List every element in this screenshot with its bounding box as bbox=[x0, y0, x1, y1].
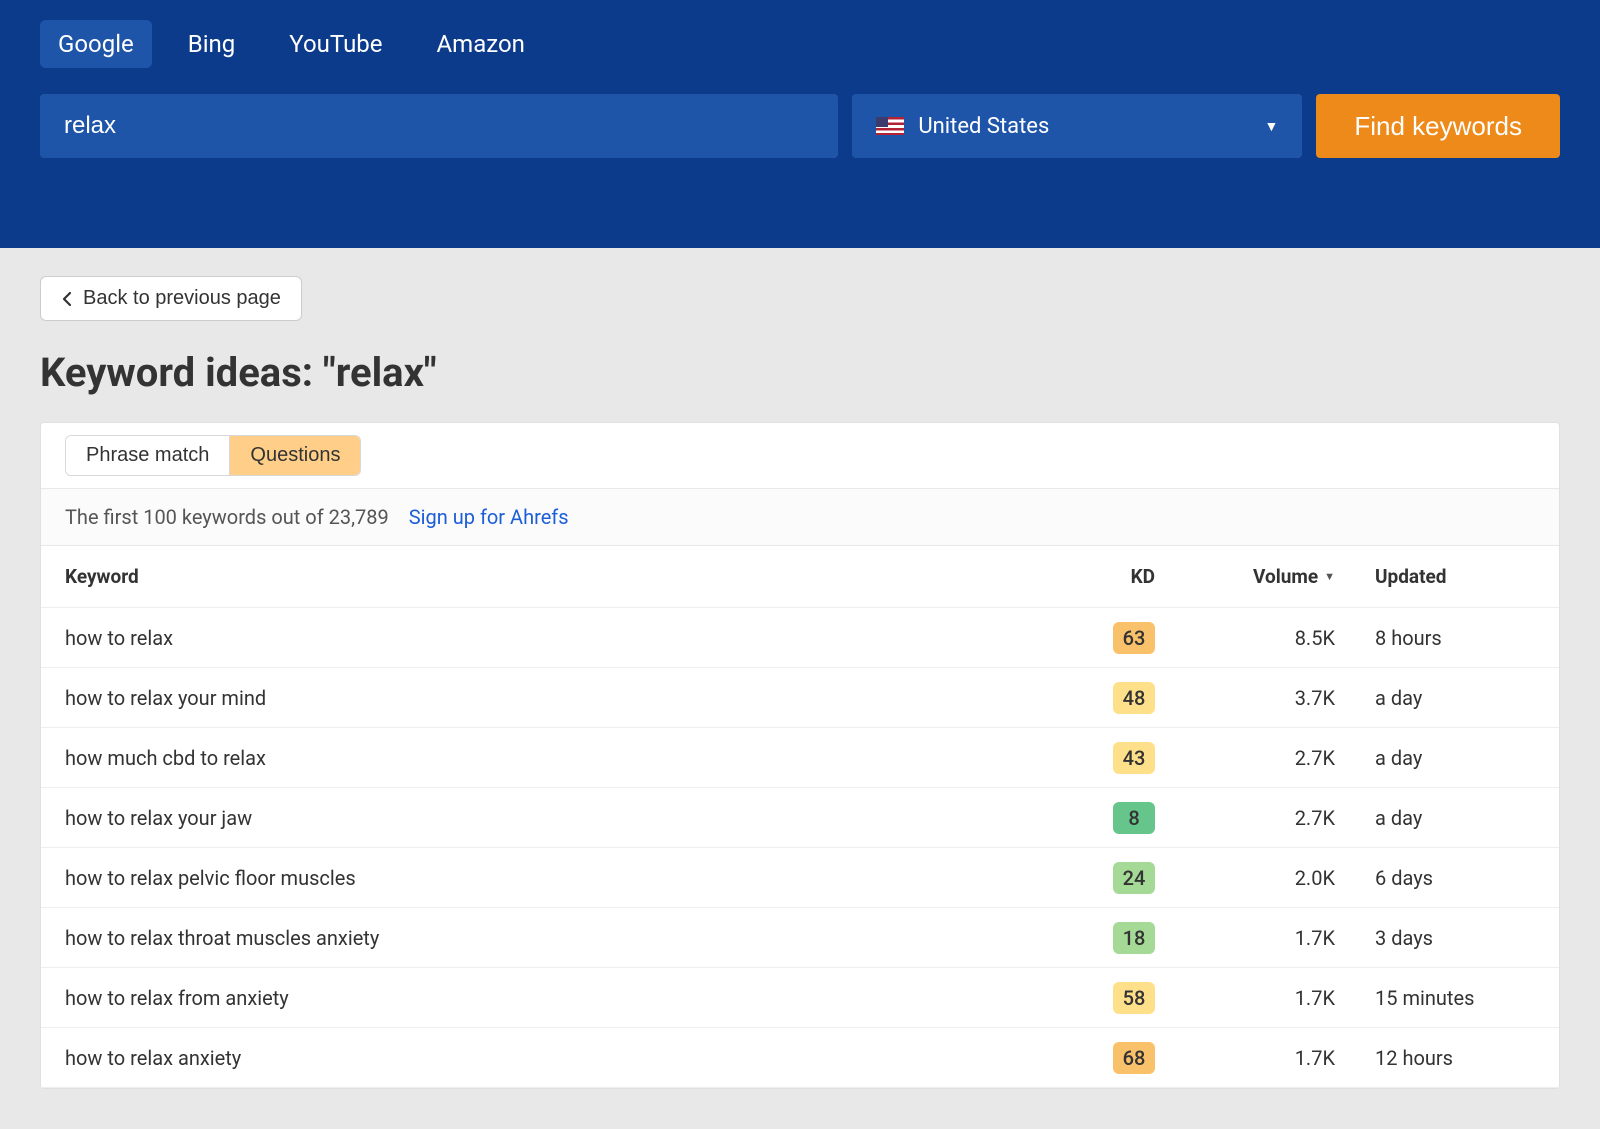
updated-cell: 8 hours bbox=[1335, 626, 1535, 650]
results-panel: Phrase match Questions The first 100 key… bbox=[40, 422, 1560, 1089]
content: Back to previous page Keyword ideas: "re… bbox=[0, 248, 1600, 1129]
source-tab-bing[interactable]: Bing bbox=[170, 20, 254, 68]
col-header-keyword[interactable]: Keyword bbox=[65, 565, 1045, 588]
keyword-cell: how to relax from anxiety bbox=[65, 986, 1045, 1010]
updated-cell: 12 hours bbox=[1335, 1046, 1535, 1070]
kd-cell: 48 bbox=[1045, 682, 1155, 714]
search-row: United States ▼ Find keywords bbox=[40, 94, 1560, 158]
kd-badge: 58 bbox=[1113, 982, 1155, 1014]
info-row: The first 100 keywords out of 23,789 Sig… bbox=[41, 489, 1559, 546]
sub-tabs: Phrase match Questions bbox=[65, 435, 361, 476]
volume-cell: 1.7K bbox=[1155, 926, 1335, 950]
volume-cell: 2.7K bbox=[1155, 746, 1335, 770]
kd-badge: 48 bbox=[1113, 682, 1155, 714]
volume-cell: 3.7K bbox=[1155, 686, 1335, 710]
tab-questions[interactable]: Questions bbox=[230, 436, 360, 475]
kd-cell: 68 bbox=[1045, 1042, 1155, 1074]
signup-link[interactable]: Sign up for Ahrefs bbox=[409, 505, 569, 529]
keyword-cell: how much cbd to relax bbox=[65, 746, 1045, 770]
updated-cell: a day bbox=[1335, 686, 1535, 710]
table-row[interactable]: how to relax your jaw 82.7Ka day bbox=[41, 788, 1559, 848]
volume-cell: 2.0K bbox=[1155, 866, 1335, 890]
keyword-cell: how to relax your mind bbox=[65, 686, 1045, 710]
kd-badge: 63 bbox=[1113, 622, 1155, 654]
kd-cell: 8 bbox=[1045, 802, 1155, 834]
keyword-cell: how to relax pelvic floor muscles bbox=[65, 866, 1045, 890]
col-header-updated[interactable]: Updated bbox=[1335, 565, 1535, 588]
header: Google Bing YouTube Amazon United States ▼ … bbox=[0, 0, 1600, 248]
table-row[interactable]: how much cbd to relax 432.7Ka day bbox=[41, 728, 1559, 788]
updated-cell: 6 days bbox=[1335, 866, 1535, 890]
kd-badge: 18 bbox=[1113, 922, 1155, 954]
col-header-volume[interactable]: Volume ▼ bbox=[1155, 565, 1335, 588]
table-row[interactable]: how to relax from anxiety 581.7K15 minute… bbox=[41, 968, 1559, 1028]
col-header-volume-label: Volume bbox=[1253, 565, 1318, 588]
source-tab-amazon[interactable]: Amazon bbox=[419, 20, 543, 68]
updated-cell: 15 minutes bbox=[1335, 986, 1535, 1010]
page-title: Keyword ideas: "relax" bbox=[40, 349, 1560, 396]
sort-desc-icon: ▼ bbox=[1324, 570, 1335, 583]
keywords-table: Keyword KD Volume ▼ Updated how to relax… bbox=[41, 546, 1559, 1088]
back-button-label: Back to previous page bbox=[83, 287, 281, 310]
chevron-left-icon bbox=[61, 291, 73, 307]
kd-badge: 8 bbox=[1113, 802, 1155, 834]
keyword-cell: how to relax throat muscles anxiety bbox=[65, 926, 1045, 950]
back-button[interactable]: Back to previous page bbox=[40, 276, 302, 321]
table-row[interactable]: how to relax your mind 483.7Ka day bbox=[41, 668, 1559, 728]
table-header: Keyword KD Volume ▼ Updated bbox=[41, 546, 1559, 608]
table-row[interactable]: how to relax pelvic floor muscles 242.0K6… bbox=[41, 848, 1559, 908]
kd-cell: 18 bbox=[1045, 922, 1155, 954]
keyword-cell: how to relax your jaw bbox=[65, 806, 1045, 830]
chevron-down-icon: ▼ bbox=[1265, 118, 1279, 135]
volume-cell: 2.7K bbox=[1155, 806, 1335, 830]
updated-cell: a day bbox=[1335, 806, 1535, 830]
find-keywords-button[interactable]: Find keywords bbox=[1316, 94, 1560, 158]
country-name: United States bbox=[918, 114, 1049, 139]
updated-cell: a day bbox=[1335, 746, 1535, 770]
kd-cell: 43 bbox=[1045, 742, 1155, 774]
table-row[interactable]: how to relax anxiety 681.7K12 hours bbox=[41, 1028, 1559, 1088]
source-tab-google[interactable]: Google bbox=[40, 20, 152, 68]
sub-tabs-wrap: Phrase match Questions bbox=[41, 423, 1559, 489]
kd-badge: 68 bbox=[1113, 1042, 1155, 1074]
results-count-text: The first 100 keywords out of 23,789 bbox=[65, 505, 389, 529]
tab-phrase-match[interactable]: Phrase match bbox=[66, 436, 230, 475]
source-tab-youtube[interactable]: YouTube bbox=[271, 20, 400, 68]
kd-badge: 24 bbox=[1113, 862, 1155, 894]
updated-cell: 3 days bbox=[1335, 926, 1535, 950]
col-header-kd[interactable]: KD bbox=[1045, 565, 1155, 588]
kd-cell: 58 bbox=[1045, 982, 1155, 1014]
volume-cell: 1.7K bbox=[1155, 986, 1335, 1010]
volume-cell: 1.7K bbox=[1155, 1046, 1335, 1070]
volume-cell: 8.5K bbox=[1155, 626, 1335, 650]
us-flag-icon bbox=[876, 117, 904, 135]
table-row[interactable]: how to relax throat muscles anxiety 181.7… bbox=[41, 908, 1559, 968]
keyword-cell: how to relax bbox=[65, 626, 1045, 650]
kd-cell: 24 bbox=[1045, 862, 1155, 894]
kd-badge: 43 bbox=[1113, 742, 1155, 774]
keyword-search-input[interactable] bbox=[40, 94, 838, 158]
kd-cell: 63 bbox=[1045, 622, 1155, 654]
keyword-cell: how to relax anxiety bbox=[65, 1046, 1045, 1070]
country-select[interactable]: United States ▼ bbox=[852, 94, 1302, 158]
source-tabs: Google Bing YouTube Amazon bbox=[40, 20, 1560, 68]
table-row[interactable]: how to relax 638.5K8 hours bbox=[41, 608, 1559, 668]
